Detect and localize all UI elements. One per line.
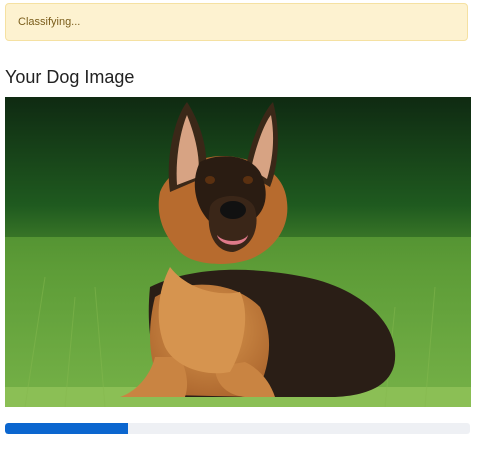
section-title: Your Dog Image xyxy=(5,67,135,87)
progress-bar xyxy=(5,423,470,434)
page: Classifying... Your Dog Image xyxy=(0,0,494,450)
dog-image xyxy=(5,97,471,407)
status-text: Classifying... xyxy=(18,16,81,28)
dog-photo-illustration xyxy=(5,97,471,407)
progress-bar-fill xyxy=(5,423,129,434)
status-alert: Classifying... xyxy=(5,3,468,41)
